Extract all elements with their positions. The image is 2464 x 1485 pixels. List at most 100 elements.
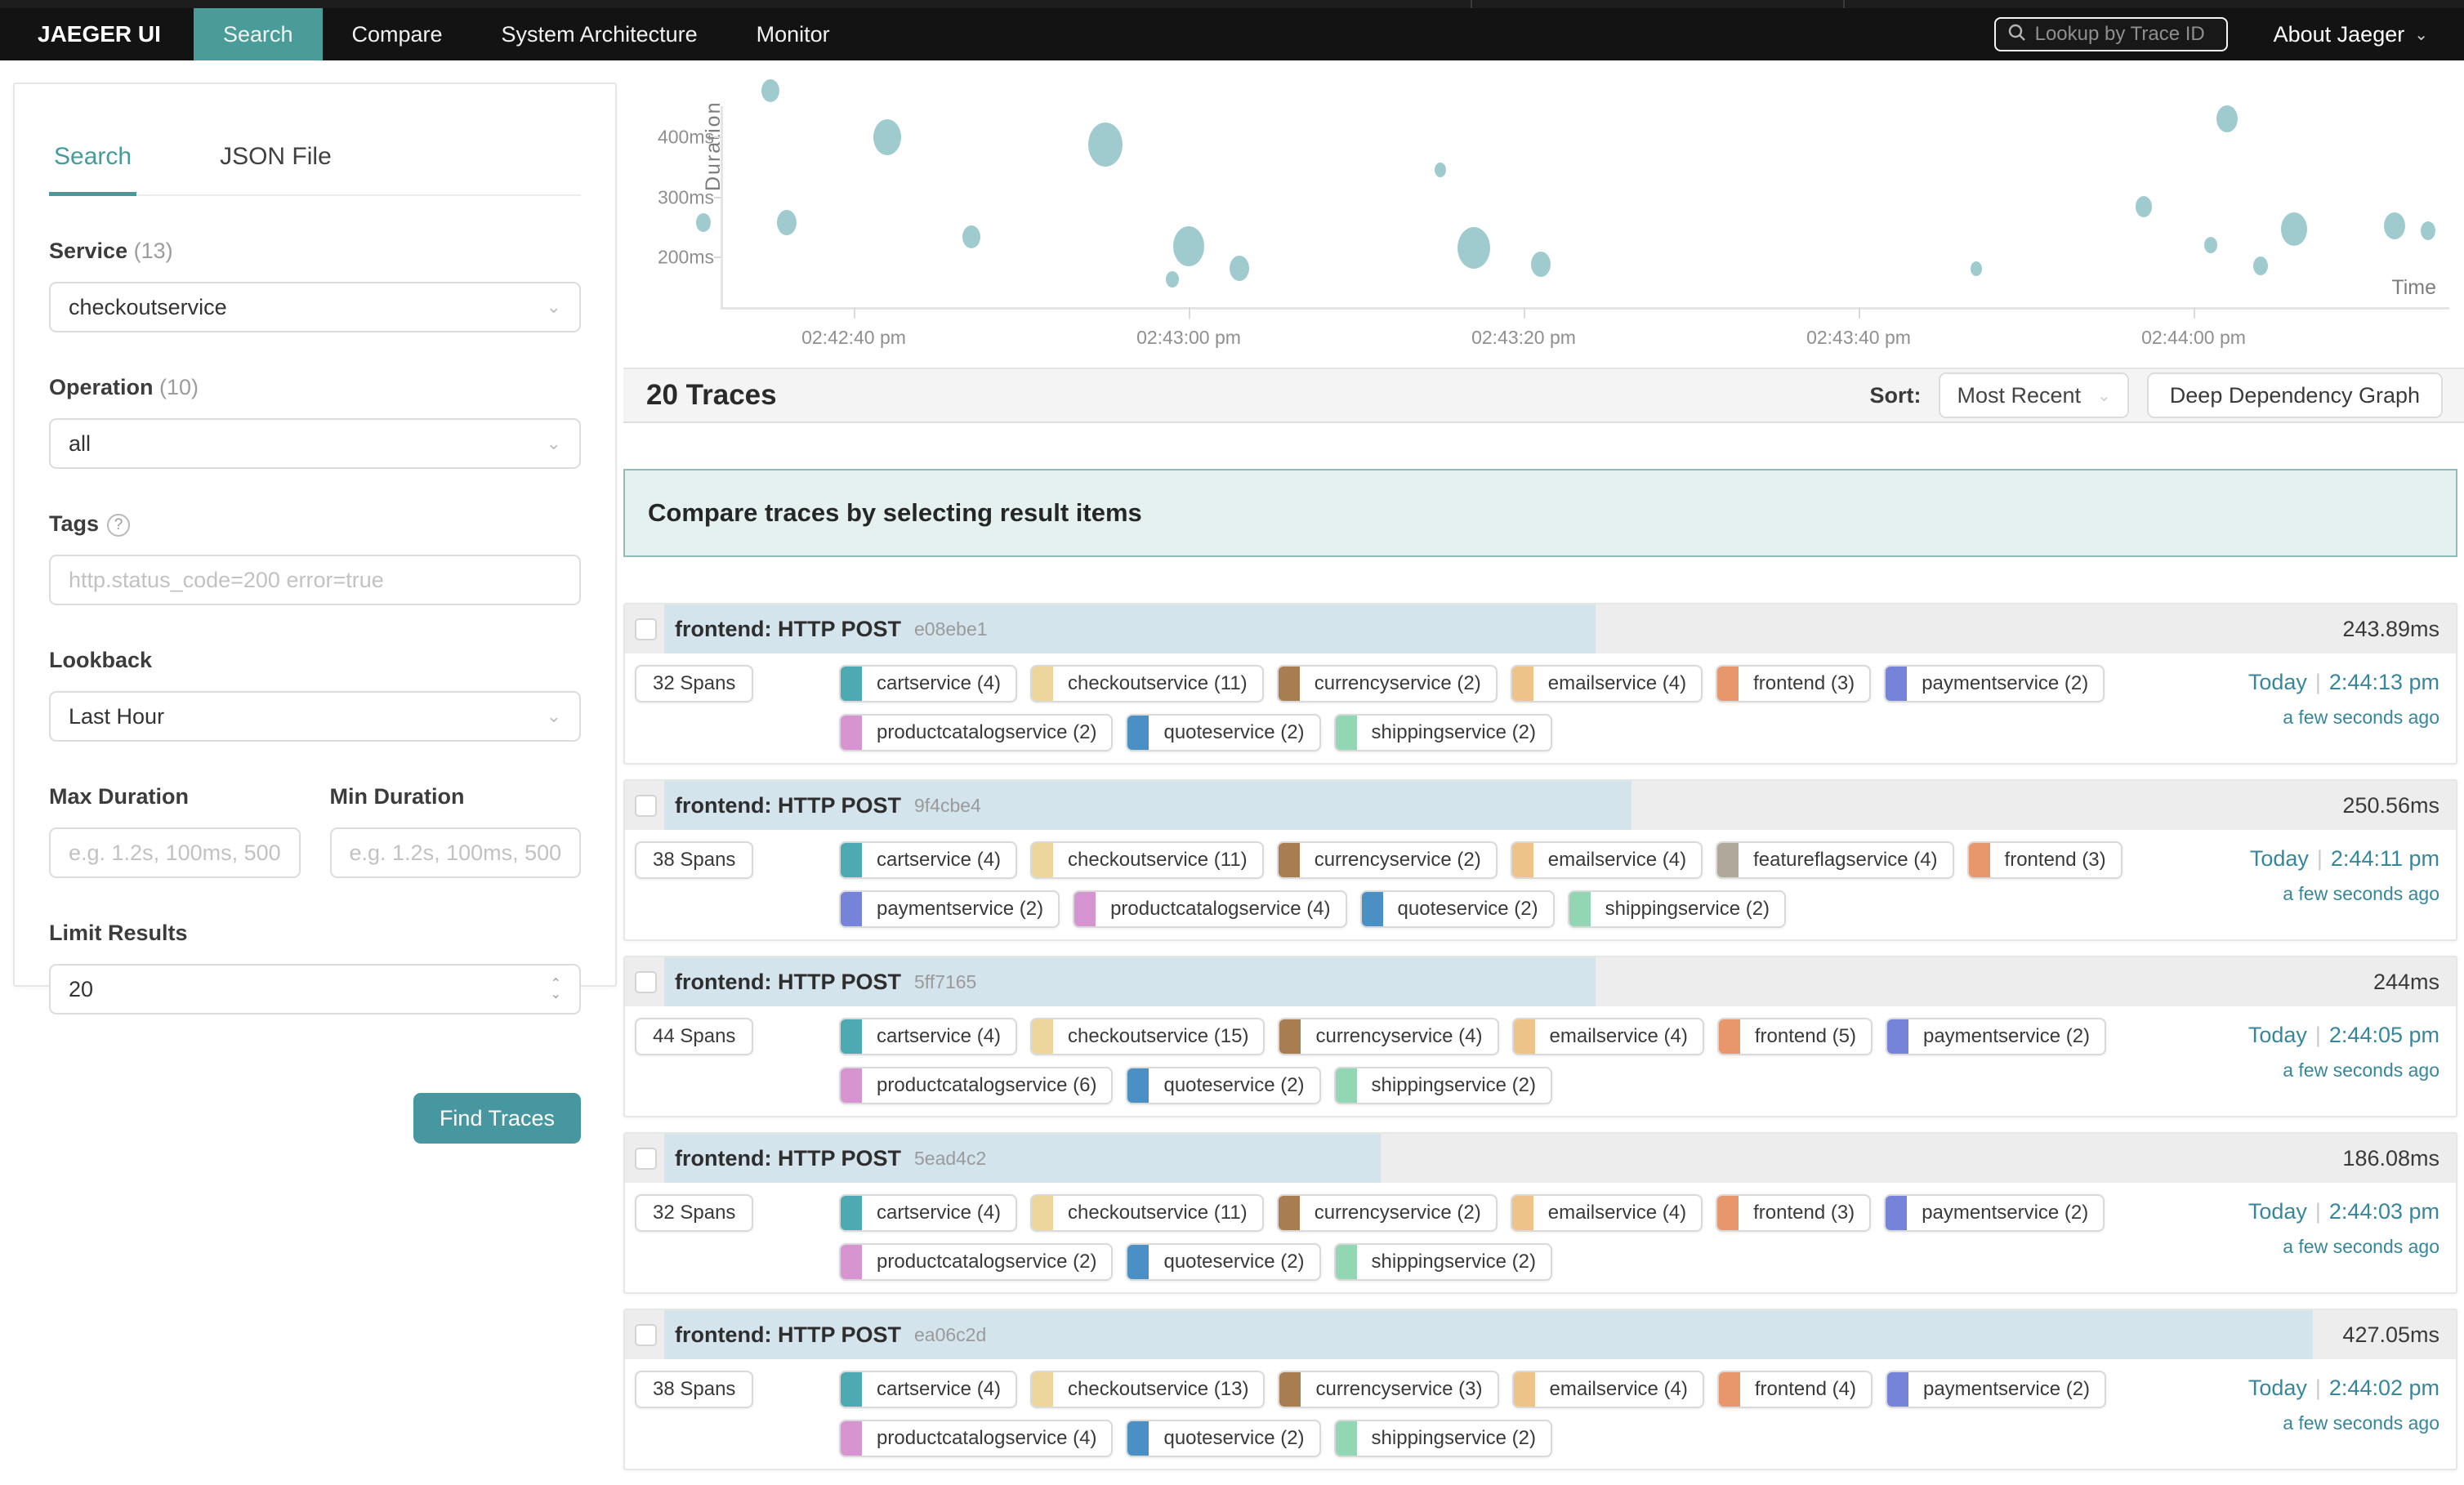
trace-duration: 250.56ms: [2342, 793, 2439, 818]
trace-scatter-point[interactable]: [1531, 252, 1551, 277]
service-tag-label: shippingservice (2): [1357, 1251, 1551, 1273]
service-tag-label: paymentservice (2): [1908, 1378, 2105, 1401]
trace-scatter-point[interactable]: [2384, 212, 2405, 239]
service-tag-frontend: frontend (3): [1967, 841, 2123, 879]
service-tag-label: emailservice (4): [1535, 1378, 1703, 1401]
trace-scatter-point[interactable]: [696, 213, 711, 232]
trace-time-cell: Today|2:44:03 pma few seconds ago: [2178, 1194, 2439, 1281]
stepper-down-icon[interactable]: ⌄: [551, 989, 561, 1000]
service-color-swatch: [841, 1243, 862, 1281]
trace-card-header[interactable]: frontend: HTTP POST5ead4c2186.08ms: [625, 1134, 2456, 1183]
trace-scatter-point[interactable]: [2204, 237, 2217, 253]
nav-tab-system-architecture[interactable]: System Architecture: [472, 8, 727, 60]
trace-lookup-box[interactable]: [1994, 17, 2228, 51]
trace-title[interactable]: frontend: HTTP POST: [675, 617, 901, 642]
service-tag-currencyservice: currencyservice (2): [1277, 841, 1498, 879]
trace-scatter-point[interactable]: [777, 210, 797, 235]
trace-title[interactable]: frontend: HTTP POST: [675, 1322, 901, 1348]
find-traces-button[interactable]: Find Traces: [413, 1093, 581, 1144]
trace-result-card[interactable]: frontend: HTTP POSTe08ebe1243.89ms32 Spa…: [623, 603, 2457, 765]
trace-scatter-point[interactable]: [1971, 261, 1982, 276]
lookback-select[interactable]: Last Hour ⌄: [49, 691, 581, 742]
nav-tab-search[interactable]: Search: [194, 8, 323, 60]
about-jaeger-label: About Jaeger: [2274, 22, 2405, 47]
trace-scatter-point[interactable]: [1173, 226, 1204, 266]
trace-scatter-point[interactable]: [1457, 227, 1490, 269]
trace-compare-checkbox[interactable]: [635, 971, 657, 993]
duration-scatter-chart: Duration Time 02:42:40 pm02:43:00 pm02:4…: [623, 60, 2464, 368]
trace-card-header[interactable]: frontend: HTTP POSTea06c2d427.05ms: [625, 1310, 2456, 1359]
max-duration-input[interactable]: [69, 841, 281, 866]
help-circle-icon[interactable]: ?: [107, 514, 130, 537]
service-color-swatch: [1514, 1018, 1535, 1055]
service-tag-currencyservice: currencyservice (2): [1277, 665, 1498, 702]
nav-tab-monitor[interactable]: Monitor: [727, 8, 859, 60]
trace-compare-checkbox[interactable]: [635, 795, 657, 817]
trace-id: 5ff7165: [914, 971, 976, 993]
service-color-swatch: [1032, 841, 1053, 879]
x-axis-title: Time: [2391, 276, 2436, 300]
limit-results-input[interactable]: [69, 977, 526, 1002]
trace-scatter-point[interactable]: [1435, 163, 1446, 177]
sidebar-tab-search[interactable]: Search: [49, 130, 136, 196]
trace-title[interactable]: frontend: HTTP POST: [675, 970, 901, 995]
trace-card-header[interactable]: frontend: HTTP POST9f4cbe4250.56ms: [625, 781, 2456, 830]
trace-scatter-point[interactable]: [2136, 196, 2152, 217]
time-separator: |: [2315, 1376, 2321, 1400]
service-tag-quoteservice: quoteservice (2): [1126, 1420, 1320, 1457]
service-tag-emailservice: emailservice (4): [1512, 1018, 1704, 1055]
trace-title[interactable]: frontend: HTTP POST: [675, 793, 901, 818]
service-tag-frontend: frontend (3): [1716, 665, 1871, 702]
trace-scatter-point[interactable]: [2216, 105, 2238, 132]
about-jaeger-menu[interactable]: About Jaeger ⌄: [2274, 22, 2428, 47]
nav-tabs: SearchCompareSystem ArchitectureMonitor: [194, 8, 859, 60]
service-tag-emailservice: emailservice (4): [1511, 841, 1703, 879]
trace-scatter-point[interactable]: [962, 225, 980, 248]
sidebar-tab-json-file[interactable]: JSON File: [215, 130, 337, 194]
trace-scatter-point[interactable]: [2421, 221, 2435, 240]
service-color-swatch: [1512, 841, 1533, 879]
tags-input[interactable]: [69, 568, 561, 593]
app-logo[interactable]: JAEGER UI: [0, 8, 194, 60]
span-count-chip: 38 Spans: [635, 841, 753, 879]
trace-time: 2:44:13 pm: [2329, 670, 2439, 694]
trace-scatter-point[interactable]: [873, 119, 901, 155]
service-color-swatch: [1279, 1194, 1300, 1232]
trace-card-header[interactable]: frontend: HTTP POST5ff7165244ms: [625, 957, 2456, 1006]
deep-dependency-graph-button[interactable]: Deep Dependency Graph: [2147, 372, 2443, 418]
min-duration-input[interactable]: [350, 841, 562, 866]
trace-title[interactable]: frontend: HTTP POST: [675, 1146, 901, 1171]
service-tag-label: quoteservice (2): [1383, 898, 1553, 921]
trace-result-card[interactable]: frontend: HTTP POST5ff7165244ms44 Spansc…: [623, 956, 2457, 1117]
service-tag-paymentservice: paymentservice (2): [839, 890, 1060, 928]
trace-compare-checkbox[interactable]: [635, 1148, 657, 1170]
chevron-down-icon: ⌄: [547, 433, 561, 454]
trace-scatter-point[interactable]: [761, 79, 779, 102]
trace-card-header[interactable]: frontend: HTTP POSTe08ebe1243.89ms: [625, 604, 2456, 653]
sort-select[interactable]: Most Recent ⌄: [1939, 372, 2128, 418]
trace-scatter-point[interactable]: [1088, 123, 1123, 167]
operation-select[interactable]: all ⌄: [49, 418, 581, 469]
trace-time-cell: Today|2:44:02 pma few seconds ago: [2178, 1371, 2439, 1457]
service-tag-productcatalogservice: productcatalogservice (2): [839, 714, 1113, 751]
trace-day: Today: [2248, 670, 2307, 694]
service-tag-label: cartservice (4): [862, 1202, 1016, 1224]
span-count-chip: 44 Spans: [635, 1018, 753, 1055]
trace-result-card[interactable]: frontend: HTTP POST5ead4c2186.08ms32 Spa…: [623, 1132, 2457, 1294]
trace-scatter-point[interactable]: [2281, 212, 2307, 246]
trace-result-card[interactable]: frontend: HTTP POST9f4cbe4250.56ms 38 Spa…: [623, 779, 2457, 941]
trace-scatter-point[interactable]: [1230, 256, 1249, 281]
service-tag-shippingservice: shippingservice (2): [1334, 1067, 1552, 1104]
number-stepper[interactable]: ⌃⌄: [539, 979, 561, 1000]
trace-compare-checkbox[interactable]: [635, 1324, 657, 1346]
y-tick-label: 300ms: [658, 186, 714, 208]
service-select[interactable]: checkoutservice ⌄: [49, 282, 581, 332]
trace-scatter-point[interactable]: [2253, 256, 2268, 275]
trace-result-card[interactable]: frontend: HTTP POSTea06c2d427.05ms38 Spa…: [623, 1309, 2457, 1470]
trace-scatter-point[interactable]: [1166, 271, 1179, 288]
trace-lookup-input[interactable]: [2035, 23, 2207, 46]
trace-compare-checkbox[interactable]: [635, 618, 657, 640]
service-tag-label: productcatalogservice (4): [1096, 898, 1345, 921]
nav-tab-compare[interactable]: Compare: [323, 8, 472, 60]
main-content: Duration Time 02:42:40 pm02:43:00 pm02:4…: [623, 60, 2464, 1485]
